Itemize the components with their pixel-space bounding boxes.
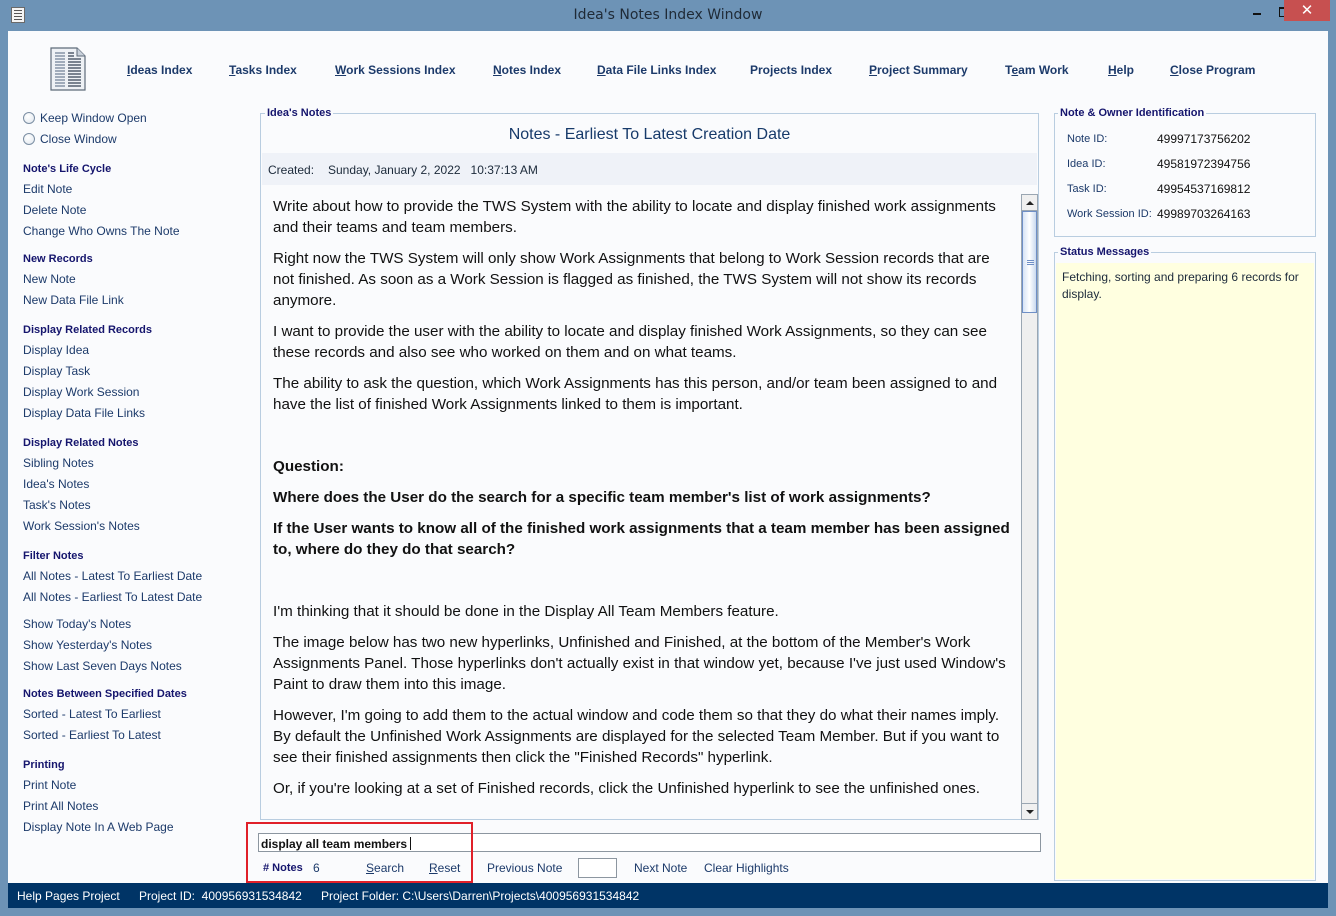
close-window-radio[interactable]: Close Window (23, 132, 117, 146)
idea-id-value: 49581972394756 (1157, 157, 1251, 171)
note-paragraph: The image below has two new hyperlinks, … (273, 634, 1006, 693)
project-id: Project ID: 400956931534842 (139, 889, 302, 903)
section-heading-new-records: New Records (23, 253, 93, 265)
sidebar-link-last-seven-days[interactable]: Show Last Seven Days Notes (23, 659, 182, 673)
note-id-value: 49997173756202 (1157, 132, 1251, 146)
sidebar-link-tasks-notes[interactable]: Task's Notes (23, 498, 91, 512)
section-heading-printing: Printing (23, 759, 65, 771)
nav-ideas-index[interactable]: Ideas Index (127, 63, 192, 77)
vertical-scrollbar[interactable] (1021, 194, 1038, 820)
nav-data-file-links-index[interactable]: Data File Links Index (597, 63, 716, 77)
previous-note-link[interactable]: Previous Note (487, 861, 562, 875)
radio-button-icon[interactable] (23, 133, 35, 145)
scrollbar-thumb[interactable] (1022, 211, 1037, 313)
work-session-id-label: Work Session ID: (1067, 208, 1152, 220)
window-title: Idea's Notes Index Window (573, 7, 763, 23)
note-paragraph: The ability to ask the question, which W… (273, 375, 998, 413)
sidebar-link-display-idea[interactable]: Display Idea (23, 343, 89, 357)
sidebar-link-todays-notes[interactable]: Show Today's Notes (23, 617, 131, 631)
sidebar-link-work-session-notes[interactable]: Work Session's Notes (23, 519, 140, 533)
nav-work-sessions-index[interactable]: Work Sessions Index (335, 63, 456, 77)
close-button[interactable]: ✕ (1284, 0, 1330, 21)
created-value: Sunday, January 2, 2022 10:37:13 AM (328, 163, 538, 177)
note-id-label: Note ID: (1067, 133, 1108, 145)
nav-help[interactable]: Help (1108, 63, 1134, 77)
sidebar-link-sorted-latest-earliest[interactable]: Sorted - Latest To Earliest (23, 707, 161, 721)
project-status-bar: Help Pages Project Project ID: 400956931… (8, 883, 1328, 908)
sidebar-link-print-note[interactable]: Print Note (23, 778, 76, 792)
keep-window-open-radio[interactable]: Keep Window Open (23, 111, 147, 125)
nav-close-program[interactable]: Close Program (1170, 63, 1255, 77)
clear-highlights-link[interactable]: Clear Highlights (704, 861, 789, 875)
note-paragraph: However, I'm going to add them to the ac… (273, 707, 1000, 766)
section-heading-filter-notes: Filter Notes (23, 550, 84, 562)
panel-legend: Status Messages (1058, 246, 1152, 258)
created-label: Created: (268, 163, 315, 177)
sidebar-link-print-all-notes[interactable]: Print All Notes (23, 799, 98, 813)
status-messages-panel: Status Messages Fetching, sorting and pr… (1054, 246, 1316, 881)
sidebar-link-edit-note[interactable]: Edit Note (23, 182, 72, 196)
section-heading-related-notes: Display Related Notes (23, 437, 139, 449)
sidebar-link-sorted-earliest-latest[interactable]: Sorted - Earliest To Latest (23, 728, 161, 742)
client-area: Ideas Index Tasks Index Work Sessions In… (8, 31, 1328, 908)
project-folder: Project Folder: C:\Users\Darren\Projects… (321, 889, 640, 903)
task-id-value: 49954537169812 (1157, 182, 1251, 196)
next-note-link[interactable]: Next Note (634, 861, 687, 875)
note-owner-identification-panel: Note & Owner Identification Note ID: 499… (1054, 107, 1316, 237)
note-paragraph: Write about how to provide the TWS Syste… (273, 198, 996, 236)
nav-project-summary[interactable]: Project Summary (869, 63, 968, 77)
idea-id-label: Idea ID: (1067, 158, 1106, 170)
nav-team-work[interactable]: Team Work (1005, 63, 1069, 77)
nav-notes-index[interactable]: Notes Index (493, 63, 561, 77)
note-paragraph: I'm thinking that it should be done in t… (273, 603, 779, 620)
nav-tasks-index[interactable]: Tasks Index (229, 63, 297, 77)
scroll-up-arrow-icon[interactable] (1022, 195, 1037, 211)
sidebar-link-new-data-file-link[interactable]: New Data File Link (23, 293, 124, 307)
title-bar: Idea's Notes Index Window ✕ (0, 0, 1336, 31)
sidebar-link-yesterdays-notes[interactable]: Show Yesterday's Notes (23, 638, 152, 652)
section-heading-related-records: Display Related Records (23, 324, 152, 336)
task-id-label: Task ID: (1067, 183, 1107, 195)
note-paragraph-bold: If the User wants to know all of the fin… (273, 520, 1010, 558)
note-paragraph-bold: Where does the User do the search for a … (273, 489, 931, 506)
section-heading-life-cycle: Note's Life Cycle (23, 163, 112, 175)
work-session-id-value: 49989703264163 (1157, 207, 1251, 221)
red-annotation-box (246, 822, 473, 883)
scroll-down-arrow-icon[interactable] (1022, 803, 1037, 819)
panel-legend: Idea's Notes (265, 107, 334, 119)
sidebar-link-display-data-file-links[interactable]: Display Data File Links (23, 406, 145, 420)
panel-legend: Note & Owner Identification (1058, 107, 1207, 119)
keep-window-open-label: Keep Window Open (40, 111, 147, 125)
sidebar-link-display-task[interactable]: Display Task (23, 364, 90, 378)
project-name: Help Pages Project (17, 889, 120, 903)
notes-heading: Notes - Earliest To Latest Creation Date (508, 126, 791, 143)
note-number-input[interactable] (578, 858, 617, 878)
ideas-notes-panel: Idea's Notes Notes - Earliest To Latest … (260, 107, 1039, 820)
created-bar: Created: Sunday, January 2, 2022 10:37:1… (262, 153, 1037, 185)
sidebar-link-change-owner[interactable]: Change Who Owns The Note (23, 224, 180, 238)
notes-document-icon (50, 47, 86, 91)
radio-button-icon[interactable] (23, 112, 35, 124)
sidebar-link-web-page[interactable]: Display Note In A Web Page (23, 820, 174, 834)
note-paragraph: Or, if you're looking at a set of Finish… (273, 780, 980, 797)
sidebar-link-sibling-notes[interactable]: Sibling Notes (23, 456, 94, 470)
close-window-label: Close Window (40, 132, 117, 146)
sidebar-link-delete-note[interactable]: Delete Note (23, 203, 86, 217)
minimize-button[interactable] (1244, 0, 1270, 21)
note-paragraph: Right now the TWS System will only show … (273, 250, 990, 309)
sidebar-link-latest-to-earliest[interactable]: All Notes - Latest To Earliest Date (23, 569, 202, 583)
sidebar-link-new-note[interactable]: New Note (23, 272, 76, 286)
sidebar-link-ideas-notes[interactable]: Idea's Notes (23, 477, 89, 491)
sidebar-link-display-work-session[interactable]: Display Work Session (23, 385, 139, 399)
section-heading-between-dates: Notes Between Specified Dates (23, 688, 187, 700)
note-question-heading: Question: (273, 458, 344, 475)
note-paragraph: I want to provide the user with the abil… (273, 323, 987, 361)
status-message-text: Fetching, sorting and preparing 6 record… (1056, 263, 1314, 879)
sidebar-link-earliest-to-latest[interactable]: All Notes - Earliest To Latest Date (23, 590, 202, 604)
nav-projects-index[interactable]: Projects Index (750, 63, 832, 77)
